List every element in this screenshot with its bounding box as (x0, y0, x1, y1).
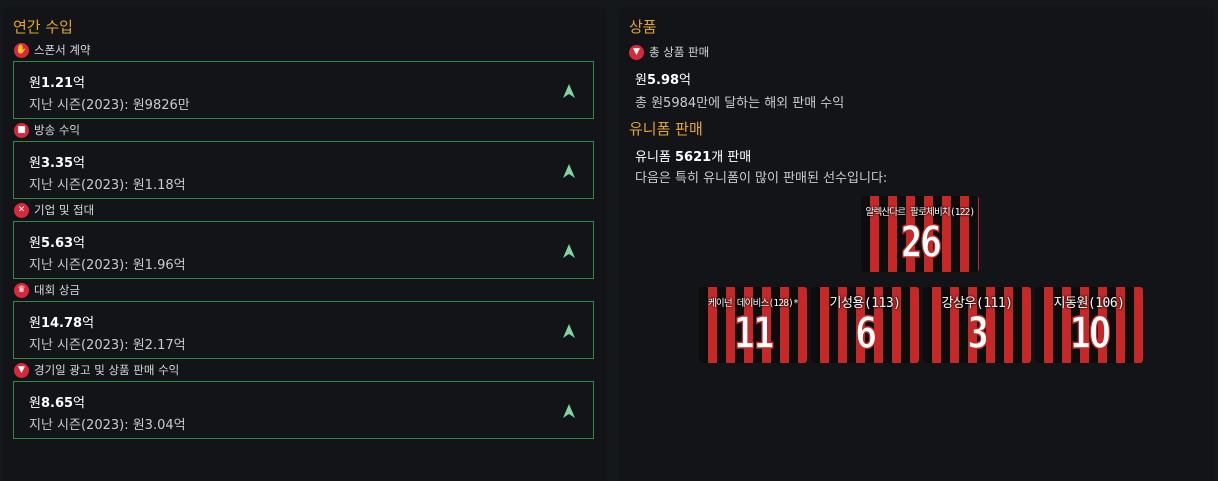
previous-season-value: 지난 시즌(2023): 원3.04억 (29, 418, 186, 433)
uniform-desc: 다음은 특히 유니폼이 많이 판매된 선수입니다: (635, 171, 888, 186)
merchandise-title: 상품 (629, 18, 657, 36)
jersey-number: 26 (900, 216, 943, 269)
category-label-text: 경기일 광고 및 상품 판매 수익 (34, 363, 180, 377)
jersey-player-name: 알렉산다르 팔로체비치(122) (865, 207, 976, 218)
category-label-matchday: ▼ 경기일 광고 및 상품 판매 수익 (14, 362, 179, 378)
handshake-icon: ✋ (14, 42, 29, 58)
trophy-icon: ♛ (14, 282, 29, 298)
annual-income-title: 연간 수입 (13, 18, 73, 36)
jersey-top-seller-2[interactable]: 케이넌 데이비스(128)* 11 (699, 287, 807, 363)
income-card-matchday[interactable]: 원8.65억 지난 시즌(2023): 원3.04억 (13, 381, 594, 439)
merch-sales-label: ▼ 총 상품 판매 (629, 44, 709, 60)
previous-season-value: 지난 시즌(2023): 원1.96억 (29, 258, 186, 273)
jersey-number: 11 (733, 307, 776, 360)
category-label-broadcast: ■ 방송 수익 (14, 122, 80, 138)
category-label-corporate: ✕ 기업 및 접대 (14, 202, 94, 218)
trend-up-icon (563, 404, 575, 418)
income-card-prize[interactable]: 원14.78억 지난 시즌(2023): 원2.17억 (13, 301, 594, 359)
trend-up-icon (563, 164, 575, 178)
income-amount: 원5.63억 (29, 236, 86, 251)
trend-up-icon (563, 244, 575, 258)
merchandise-panel: 상품 ▼ 총 상품 판매 원5.98억 총 원5984만에 달하는 해외 판매 … (619, 6, 1215, 481)
jersey-top-seller-4[interactable]: 강상우(111) 3 (923, 287, 1031, 363)
annual-income-panel: 연간 수입 ✋ 스폰서 계약 원1.21억 지난 시즌(2023): 원9826… (3, 6, 607, 481)
category-label-text: 대회 상금 (34, 283, 80, 297)
category-label-text: 방송 수익 (34, 123, 80, 137)
category-label-text: 기업 및 접대 (34, 203, 95, 217)
shirt-icon: ▼ (629, 44, 644, 60)
merch-overseas-desc: 총 원5984만에 달하는 해외 판매 수익 (635, 96, 845, 111)
trend-up-icon (563, 324, 575, 338)
previous-season-value: 지난 시즌(2023): 원2.17억 (29, 338, 186, 353)
income-card-sponsor[interactable]: 원1.21억 지난 시즌(2023): 원9826만 (13, 61, 594, 119)
cutlery-icon: ✕ (14, 202, 29, 218)
previous-season-value: 지난 시즌(2023): 원9826만 (29, 98, 190, 113)
jersey-player-name: 케이넌 데이비스(128)* (707, 298, 799, 309)
jersey-top-seller-5[interactable]: 지동원(106) 10 (1035, 287, 1143, 363)
jersey-number: 6 (855, 307, 878, 360)
income-amount: 원1.21억 (29, 76, 86, 91)
jersey-top-seller-3[interactable]: 기성용(113) 6 (811, 287, 919, 363)
uniform-count: 유니폼 5621개 판매 (635, 150, 752, 165)
category-label-sponsor: ✋ 스폰서 계약 (14, 42, 91, 58)
jersey-number: 3 (967, 307, 990, 360)
category-label-prize: ♛ 대회 상금 (14, 282, 80, 298)
category-label-text: 스폰서 계약 (34, 43, 91, 57)
uniform-sales-title: 유니폼 판매 (629, 120, 703, 138)
jersey-top-seller-1[interactable]: 알렉산다르 팔로체비치(122) 26 (861, 196, 979, 272)
merch-total-amount: 원5.98억 (635, 73, 692, 88)
income-amount: 원14.78억 (29, 316, 95, 331)
jersey-number: 10 (1069, 307, 1112, 360)
previous-season-value: 지난 시즌(2023): 원1.18억 (29, 178, 186, 193)
income-amount: 원8.65억 (29, 396, 86, 411)
income-card-corporate[interactable]: 원5.63억 지난 시즌(2023): 원1.96억 (13, 221, 594, 279)
shirt-icon: ▼ (14, 362, 29, 378)
trend-up-icon (563, 84, 575, 98)
income-amount: 원3.35억 (29, 156, 86, 171)
income-card-broadcast[interactable]: 원3.35억 지난 시즌(2023): 원1.18억 (13, 141, 594, 199)
camera-icon: ■ (14, 122, 29, 138)
